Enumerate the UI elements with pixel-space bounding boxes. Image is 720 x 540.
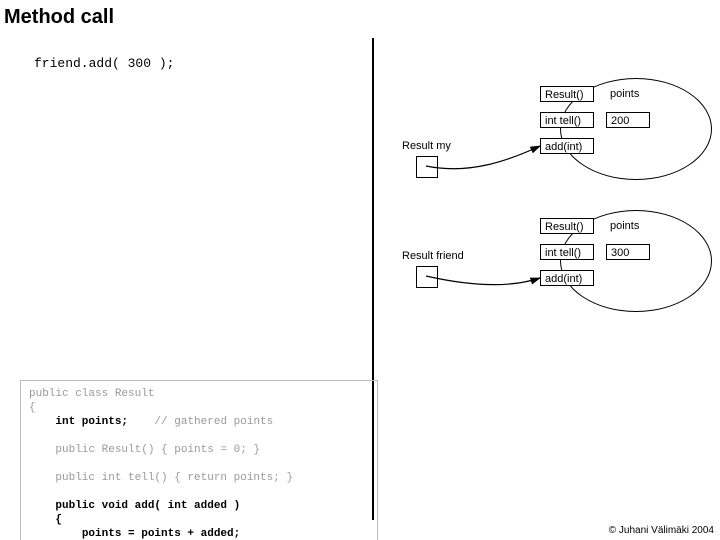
object-my-ctor: Result() [540, 86, 594, 102]
src-l3b: int points; [55, 416, 128, 428]
src-l11b: points = points + added; [82, 528, 240, 540]
object-friend-ctor: Result() [540, 218, 594, 234]
object-friend-add: add(int) [540, 270, 594, 286]
src-l10a [29, 514, 55, 526]
object-my-points-value: 200 [606, 112, 650, 128]
src-l7: public int tell() { return points; } [29, 472, 293, 484]
src-l10b: { [55, 514, 62, 526]
src-l3a [29, 416, 55, 428]
page-title: Method call [4, 6, 114, 29]
object-friend-points-label: points [606, 218, 650, 234]
src-l2: { [29, 402, 36, 414]
object-my-tell: int tell() [540, 112, 594, 128]
src-l11a [29, 528, 82, 540]
object-my-add: add(int) [540, 138, 594, 154]
object-my-points-label: points [606, 86, 650, 102]
object-friend-points-value: 300 [606, 244, 650, 260]
class-source: public class Result { int points; // gat… [20, 380, 378, 540]
src-l9b: public void add( int added ) [55, 500, 240, 512]
src-l1: public class Result [29, 388, 154, 400]
src-l5: public Result() { points = 0; } [29, 444, 260, 456]
method-call-code: friend.add( 300 ); [34, 56, 174, 71]
object-friend-tell: int tell() [540, 244, 594, 260]
ref-friend-box [416, 266, 438, 288]
ref-friend-label: Result friend [402, 250, 464, 262]
src-l9a [29, 500, 55, 512]
src-l3c: // gathered points [128, 416, 273, 428]
copyright: © Juhani Välimäki 2004 [609, 525, 714, 536]
ref-my-box [416, 156, 438, 178]
ref-my-label: Result my [402, 140, 451, 152]
